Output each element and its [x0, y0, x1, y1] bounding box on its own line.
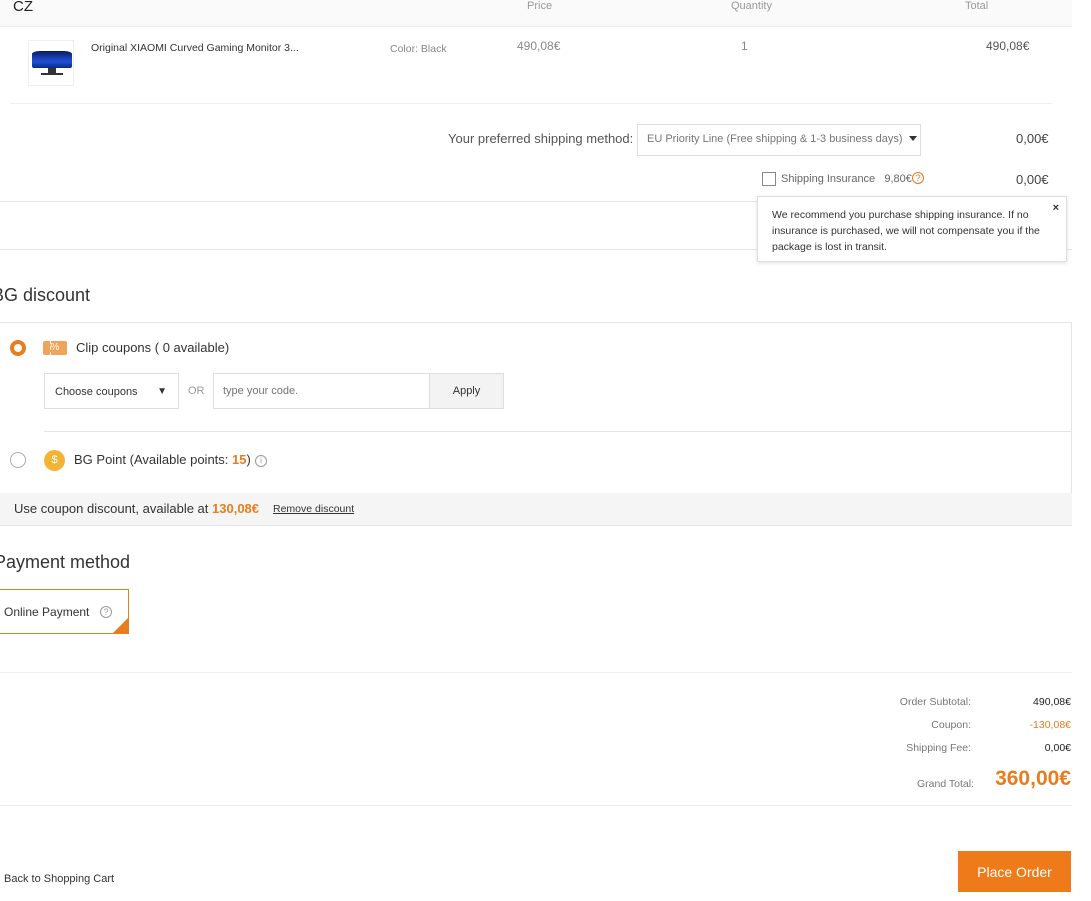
insurance-cost: 0,00€ [1016, 172, 1049, 187]
price-column-header: Price [527, 0, 553, 12]
shipping-cost: 0,00€ [1016, 131, 1049, 146]
product-thumbnail[interactable] [28, 40, 74, 86]
coupon-code-input[interactable] [213, 373, 430, 409]
apply-coupon-button[interactable]: Apply [429, 373, 504, 409]
product-total: 490,08€ [986, 39, 1030, 53]
coupon-available-text: Use coupon discount, available at 130,08… [14, 501, 260, 516]
bg-point-label: BG Point (Available points: 15) [74, 452, 251, 467]
back-to-cart-link[interactable]: Back to Shopping Cart [4, 873, 114, 885]
cart-table-header: CZ Price Quantity Total [0, 0, 1072, 27]
available-amount: 130,08€ [212, 501, 260, 516]
shipping-method-value: EU Priority Line (Free shipping & 1-3 bu… [647, 133, 903, 145]
help-icon[interactable]: ? [100, 606, 112, 618]
caret-down-icon: ▼ [157, 386, 167, 397]
or-separator: OR [188, 385, 205, 397]
divider [10, 103, 1052, 104]
coupon-value: -130,08€ [1029, 719, 1071, 731]
clip-coupons-label: Clip coupons ( 0 available) [76, 340, 230, 355]
subtotal-label: Order Subtotal: [899, 696, 971, 708]
info-icon[interactable]: i [255, 455, 267, 467]
place-order-button[interactable]: Place Order [958, 851, 1071, 892]
caret-down-icon [908, 136, 917, 141]
divider [0, 672, 1072, 673]
shipping-method-select[interactable]: EU Priority Line (Free shipping & 1-3 bu… [637, 124, 921, 156]
online-payment-label: Online Payment [4, 605, 90, 619]
shipping-fee-label: Shipping Fee: [906, 742, 971, 754]
product-color: Color: Black [390, 43, 447, 55]
product-name-link[interactable]: Original XIAOMI Curved Gaming Monitor 3.… [91, 42, 299, 54]
choose-coupons-value: Choose coupons [55, 386, 138, 398]
monitor-thumbnail-icon [32, 51, 72, 68]
remove-discount-link[interactable]: Remove discount [273, 503, 354, 515]
help-icon[interactable]: ? [912, 172, 924, 184]
shipping-method-label: Your preferred shipping method: [448, 131, 634, 146]
coupon-label: Coupon: [931, 719, 971, 731]
coin-icon: $ [44, 450, 65, 471]
divider [0, 201, 760, 202]
shipping-insurance-checkbox[interactable] [762, 172, 776, 186]
product-quantity: 1 [741, 39, 748, 53]
coupon-icon: % [43, 341, 67, 355]
quantity-column-header: Quantity [731, 0, 772, 12]
divider [0, 805, 1072, 806]
country-code: CZ [13, 0, 33, 15]
discount-section-title: BG discount [0, 285, 91, 305]
shipping-insurance-label: Shipping Insurance 9,80€ [781, 173, 912, 185]
clip-coupons-radio[interactable] [10, 340, 26, 356]
bg-points-value: 15 [232, 452, 247, 467]
bg-point-radio[interactable] [10, 452, 26, 468]
shipping-fee-value: 0,00€ [1044, 742, 1071, 754]
close-icon[interactable]: × [1053, 200, 1059, 216]
divider [44, 431, 1072, 432]
tooltip-text: We recommend you purchase shipping insur… [772, 209, 1040, 253]
subtotal-value: 490,08€ [1033, 696, 1071, 708]
product-price: 490,08€ [517, 39, 561, 53]
check-icon: ✔ [116, 618, 124, 628]
grand-total-value: 360,00€ [995, 767, 1071, 790]
insurance-tooltip: We recommend you purchase shipping insur… [757, 196, 1067, 262]
total-column-header: Total [965, 0, 989, 12]
payment-section-title: Payment method [0, 552, 131, 572]
choose-coupons-select[interactable]: Choose coupons ▼ [44, 373, 179, 409]
